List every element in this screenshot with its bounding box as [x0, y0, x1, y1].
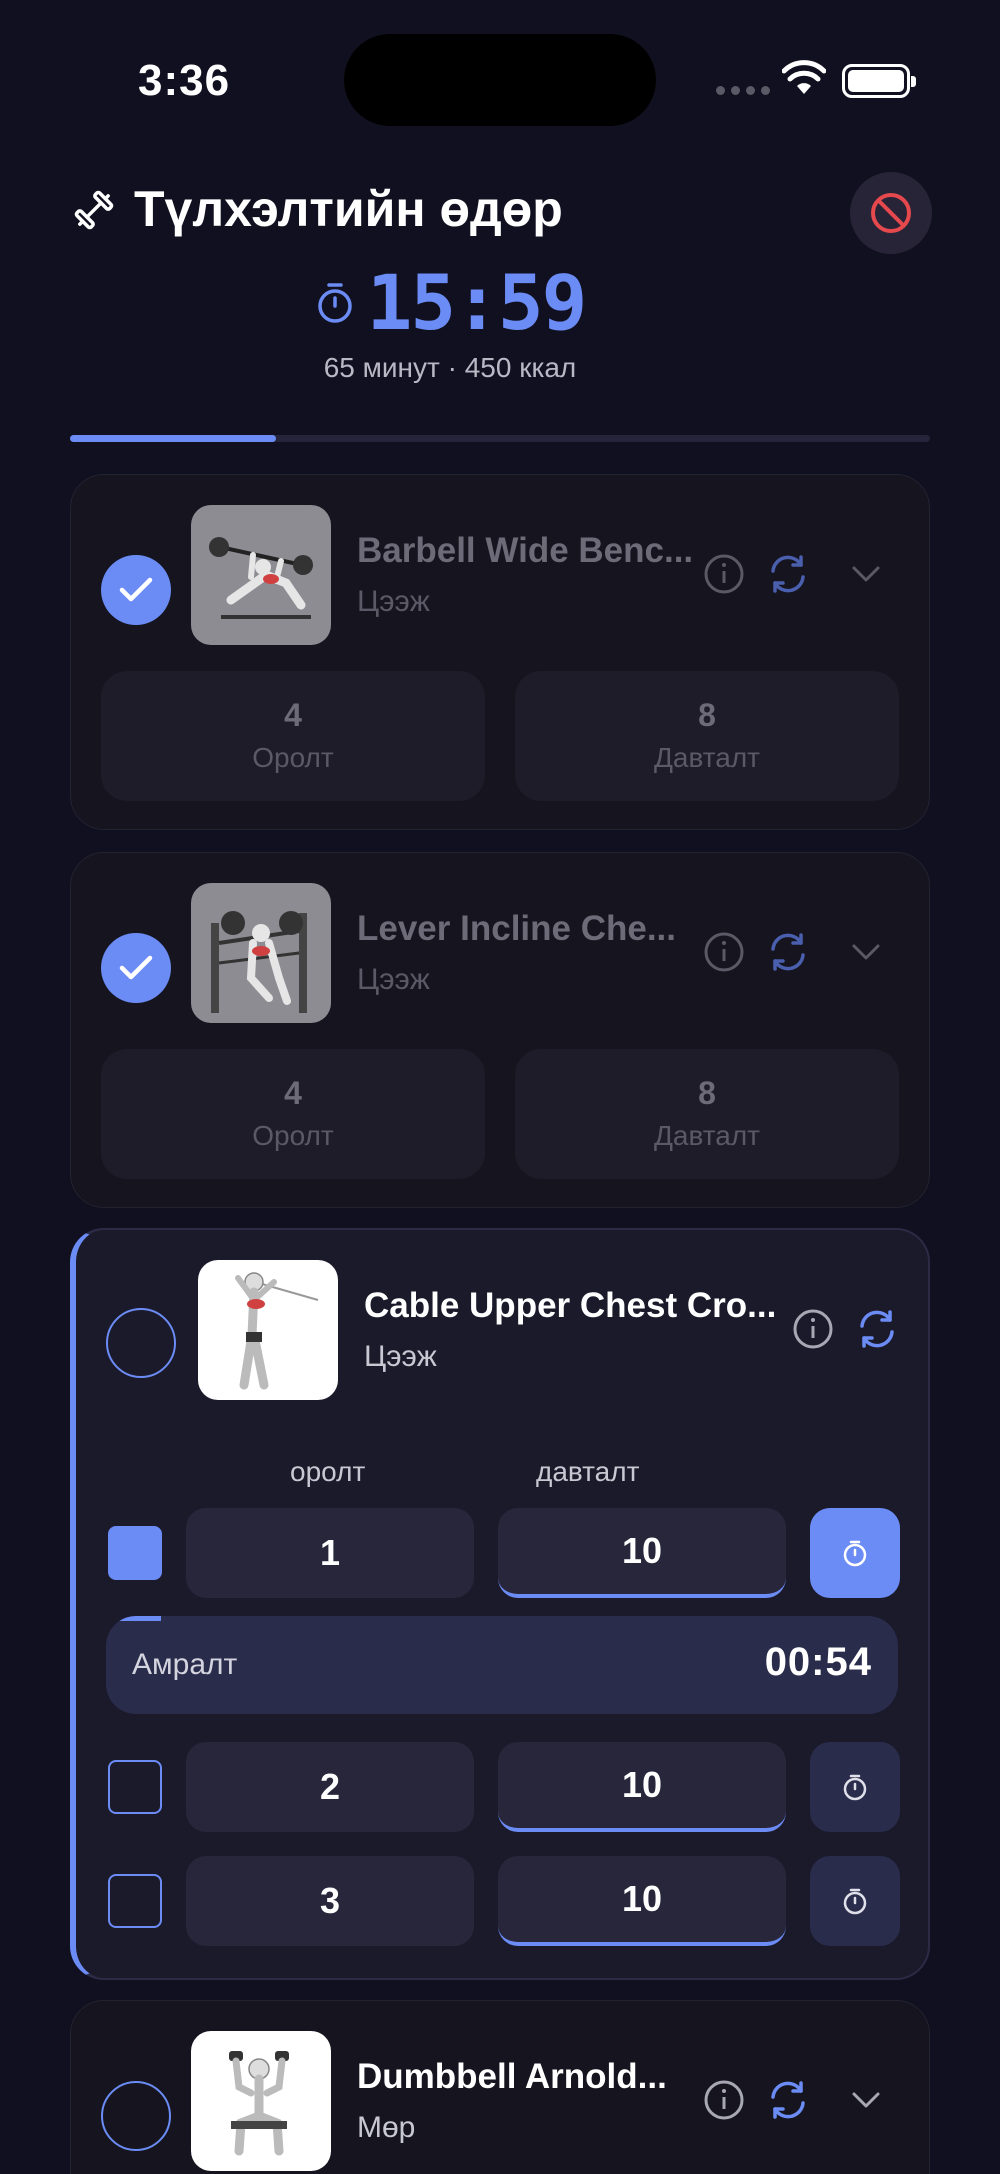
exercise-name: Dumbbell Arnold... — [357, 2057, 667, 2096]
expand-button[interactable] — [843, 2077, 889, 2123]
set-complete-checkbox[interactable] — [108, 1526, 162, 1580]
exercise-card[interactable]: Dumbbell Arnold... Мөр — [70, 2000, 930, 2174]
stopwatch-icon — [317, 282, 352, 323]
chevron-down-icon — [852, 566, 880, 582]
workout-progress-fill — [70, 435, 277, 442]
dynamic-island — [344, 34, 656, 126]
cellular-signal-icon — [716, 86, 770, 95]
reps-input[interactable]: 10 — [498, 1742, 786, 1832]
wifi-icon — [782, 60, 826, 94]
stopwatch-icon — [843, 1888, 867, 1915]
cable-crossover-figure-icon — [235, 1272, 319, 1390]
page-title: Түлхэлтийн өдөр — [134, 181, 563, 237]
active-exercise-card[interactable]: Cable Upper Chest Cro... Цээж оролт давт… — [70, 1228, 930, 1980]
exercise-complete-checkbox[interactable] — [101, 2081, 171, 2151]
chevron-down-icon — [852, 944, 880, 960]
refresh-icon — [860, 1310, 894, 1348]
info-icon — [704, 2080, 744, 2120]
rest-timer-button[interactable] — [810, 1742, 900, 1832]
sets-stat: 4 Оролт — [101, 1049, 485, 1179]
exercise-thumbnail — [191, 2031, 331, 2171]
status-time: 3:36 — [138, 56, 231, 105]
chevron-down-icon — [852, 2092, 880, 2108]
stopwatch-icon — [843, 1540, 867, 1567]
set-number-field[interactable]: 2 — [186, 1742, 474, 1832]
rest-progress-fill — [106, 1616, 162, 1621]
rest-label: Амралт — [132, 1648, 238, 1681]
sets-value: 4 — [284, 697, 302, 733]
swap-exercise-button[interactable] — [765, 929, 811, 975]
info-button[interactable] — [790, 1306, 836, 1352]
exercise-card[interactable]: Lever Incline Che... Цээж 4 Оролт 8 Давт… — [70, 852, 930, 1208]
reps-label: Давталт — [653, 742, 761, 773]
exercise-muscle-group: Цээж — [357, 963, 430, 996]
exercise-thumbnail — [191, 505, 331, 645]
stopwatch-icon — [843, 1774, 867, 1801]
rest-time: 00:54 — [764, 1640, 872, 1684]
info-icon — [704, 932, 744, 972]
reps-input[interactable]: 10 — [498, 1856, 786, 1946]
battery-icon — [842, 64, 916, 98]
expand-button[interactable] — [843, 551, 889, 597]
bench-press-figure-icon — [209, 537, 313, 619]
exercise-complete-checkbox[interactable] — [101, 555, 171, 625]
sets-label: Оролт — [252, 742, 334, 773]
timer-value: 15:59 — [366, 258, 588, 347]
set-complete-checkbox[interactable] — [108, 1760, 162, 1814]
exercise-muscle-group: Мөр — [357, 2111, 416, 2144]
exercise-thumbnail — [198, 1260, 338, 1400]
set-complete-checkbox[interactable] — [108, 1874, 162, 1928]
dumbbell-icon — [74, 190, 114, 230]
info-button[interactable] — [701, 929, 747, 975]
set-number-field[interactable]: 1 — [186, 1508, 474, 1598]
info-icon — [793, 1309, 833, 1349]
exercise-muscle-group: Цээж — [357, 585, 430, 618]
swap-exercise-button[interactable] — [854, 1306, 900, 1352]
exercise-muscle-group: Цээж — [364, 1340, 437, 1373]
arnold-press-figure-icon — [229, 2051, 289, 2156]
incline-press-figure-icon — [211, 911, 307, 1013]
swap-exercise-button[interactable] — [765, 2077, 811, 2123]
expand-button[interactable] — [843, 929, 889, 975]
reps-value: 8 — [698, 697, 716, 733]
prohibit-icon — [871, 193, 911, 233]
sets-label: Оролт — [252, 1120, 334, 1151]
workout-summary: 65 минут · 450 ккал — [323, 352, 577, 383]
exercise-card[interactable]: Barbell Wide Benc... Цээж 4 Оролт 8 Давт… — [70, 474, 930, 830]
reps-stat: 8 Давталт — [515, 671, 899, 801]
exercise-complete-checkbox[interactable] — [106, 1308, 176, 1378]
info-icon — [704, 554, 744, 594]
reps-column-header: давталт — [536, 1456, 640, 1487]
refresh-icon — [771, 933, 805, 971]
exercise-complete-checkbox[interactable] — [101, 933, 171, 1003]
workout-progress-bar — [70, 435, 930, 442]
exercise-name: Barbell Wide Benc... — [357, 531, 694, 570]
rest-timer-button[interactable] — [810, 1508, 900, 1598]
info-button[interactable] — [701, 551, 747, 597]
rest-timer-button[interactable] — [810, 1856, 900, 1946]
refresh-icon — [771, 2081, 805, 2119]
reps-label: Давталт — [653, 1120, 761, 1151]
reps-stat: 8 Давталт — [515, 1049, 899, 1179]
checkmark-icon — [119, 577, 153, 602]
sets-value: 4 — [284, 1075, 302, 1111]
workout-timer: 15:59 — [0, 258, 1000, 347]
checkmark-icon — [119, 955, 153, 980]
exercise-name: Cable Upper Chest Cro... — [364, 1286, 777, 1325]
exercise-thumbnail — [191, 883, 331, 1023]
sets-column-header: оролт — [290, 1456, 366, 1487]
stop-workout-button[interactable] — [850, 172, 932, 254]
swap-exercise-button[interactable] — [765, 551, 811, 597]
set-number-field[interactable]: 3 — [186, 1856, 474, 1946]
reps-input[interactable]: 10 — [498, 1508, 786, 1598]
rest-timer-bar: Амралт 00:54 — [106, 1616, 898, 1714]
refresh-icon — [771, 555, 805, 593]
exercise-name: Lever Incline Che... — [357, 909, 676, 948]
sets-stat: 4 Оролт — [101, 671, 485, 801]
info-button[interactable] — [701, 2077, 747, 2123]
reps-value: 8 — [698, 1075, 716, 1111]
